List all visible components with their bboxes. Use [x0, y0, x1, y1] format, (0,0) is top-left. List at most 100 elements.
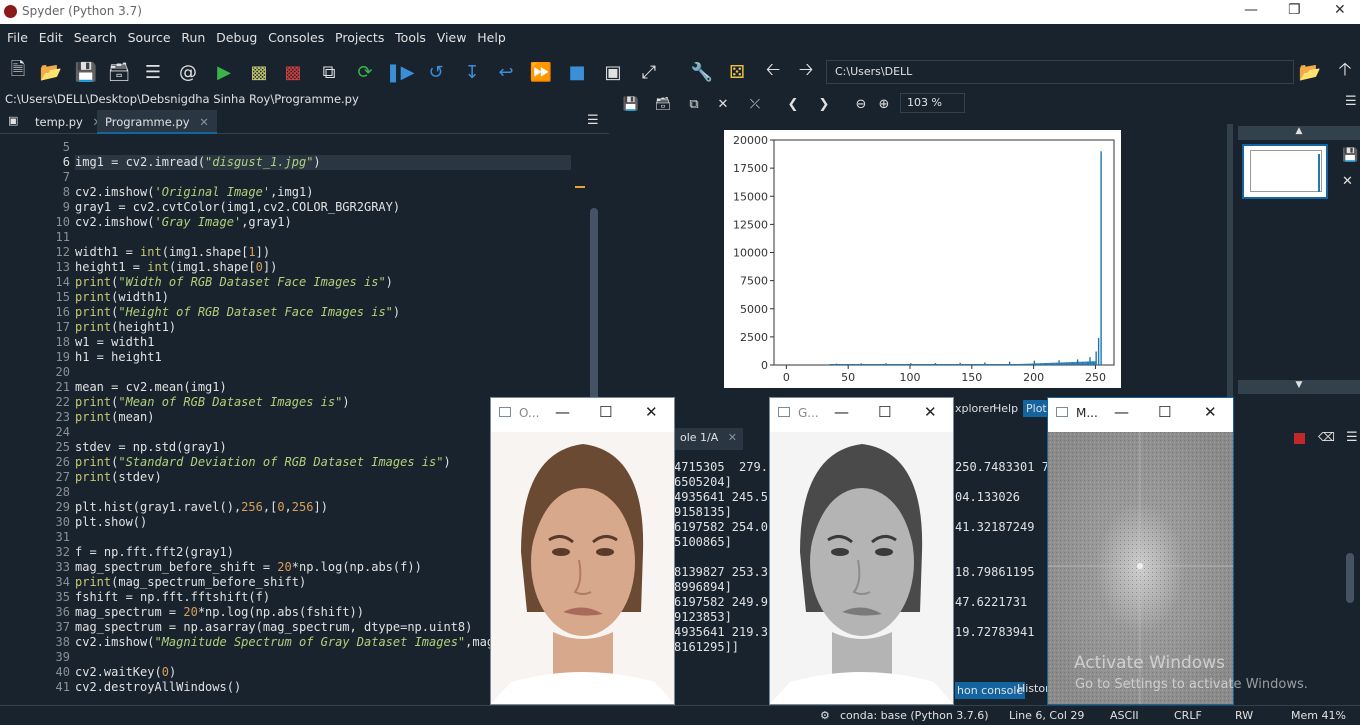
histogram-bar: [1081, 361, 1084, 365]
save-all-plots-icon[interactable]: 🗃: [651, 92, 675, 116]
save-icon[interactable]: 💾: [74, 60, 98, 84]
close-icon[interactable]: ✕: [1334, 2, 1346, 18]
menu-view[interactable]: View: [437, 27, 467, 49]
tab-variable-explorer[interactable]: xplorer: [955, 402, 994, 415]
histogram-bar: [986, 364, 988, 365]
tab-programme-py[interactable]: Programme.py ✕: [97, 110, 217, 134]
restore-icon[interactable]: ❐: [1288, 2, 1301, 18]
stop-debug-icon[interactable]: ■: [565, 60, 589, 84]
thumb-scroll-down-icon[interactable]: ▼: [1238, 380, 1360, 394]
histogram-bar: [926, 364, 928, 365]
histogram-bar: [885, 363, 887, 365]
back-icon[interactable]: 🡠: [761, 59, 785, 84]
maximize-icon[interactable]: ☐: [1158, 403, 1171, 421]
close-icon[interactable]: ✕: [645, 403, 658, 421]
console-tab[interactable]: ole 1/A ✕: [674, 428, 743, 450]
next-plot-icon[interactable]: ❯: [812, 92, 836, 116]
continue-icon[interactable]: ⏩: [529, 60, 553, 84]
zoom-in-icon[interactable]: ⊕: [872, 92, 896, 116]
list-icon[interactable]: ☰: [141, 60, 165, 84]
close-icon[interactable]: ✕: [1204, 403, 1217, 421]
step-return-icon[interactable]: ↩: [494, 60, 518, 84]
tab-history[interactable]: Histor: [1017, 682, 1050, 695]
menu-file[interactable]: File: [7, 27, 28, 49]
at-icon[interactable]: @: [176, 60, 200, 84]
window-header: O... — ☐ ✕: [491, 398, 674, 428]
rerun-icon[interactable]: ⟳: [353, 60, 377, 84]
maximize-pane-icon[interactable]: ▣: [601, 60, 625, 84]
y-tick-label: 0: [761, 359, 768, 372]
zoom-level-input[interactable]: 103 %: [900, 93, 965, 113]
x-tick-label: 0: [783, 371, 790, 384]
browse-folder-icon[interactable]: 📂: [1298, 60, 1322, 84]
minimize-icon[interactable]: —: [1114, 403, 1129, 421]
browse-tabs-icon[interactable]: ▣: [8, 114, 18, 127]
fullscreen-icon[interactable]: ⤢: [637, 60, 661, 84]
thumb-close-icon[interactable]: ✕: [1342, 174, 1353, 189]
close-console-icon[interactable]: ✕: [728, 431, 737, 444]
forward-icon[interactable]: 🡢: [794, 59, 818, 84]
minimize-icon[interactable]: —: [1244, 2, 1258, 18]
histogram-bar: [944, 364, 946, 365]
menu-source[interactable]: Source: [128, 27, 171, 49]
run-cell-icon[interactable]: ▩: [247, 60, 271, 84]
minimize-icon[interactable]: —: [555, 403, 570, 421]
console-line: 6197582 254.0: [674, 520, 768, 534]
menu-tools[interactable]: Tools: [395, 27, 426, 49]
close-icon[interactable]: ✕: [924, 403, 937, 421]
menu-run[interactable]: Run: [181, 27, 205, 49]
preferences-icon[interactable]: 🔧: [690, 60, 714, 84]
previous-plot-icon[interactable]: ❮: [781, 92, 805, 116]
zoom-out-icon[interactable]: ⊖: [849, 92, 873, 116]
new-file-icon[interactable]: 🗎: [6, 59, 30, 84]
working-directory-input[interactable]: C:\Users\DELL: [826, 60, 1294, 84]
code-line: height1 = int(img1.shape[0]): [75, 260, 278, 274]
interrupt-kernel-icon[interactable]: [1294, 433, 1305, 444]
parent-folder-icon[interactable]: 🡡: [1333, 59, 1357, 84]
thumb-save-icon[interactable]: 💾: [1342, 148, 1358, 163]
plot-thumbnail[interactable]: [1242, 144, 1328, 199]
run-selection-icon[interactable]: ⧉: [317, 60, 341, 84]
maximize-icon[interactable]: ☐: [599, 403, 612, 421]
clear-console-icon[interactable]: ⌫: [1318, 430, 1335, 444]
save-all-icon[interactable]: 🗃: [107, 60, 131, 84]
tab-help[interactable]: Help: [993, 402, 1018, 415]
menu-projects[interactable]: Projects: [335, 27, 384, 49]
save-plot-icon[interactable]: 💾: [619, 92, 643, 116]
remove-plot-icon[interactable]: ✕: [711, 92, 735, 116]
histogram-bar: [982, 364, 985, 365]
remove-all-plots-icon[interactable]: ⤫: [743, 92, 767, 116]
step-icon[interactable]: ↺: [424, 60, 448, 84]
open-file-icon[interactable]: 📂: [39, 60, 63, 84]
menu-edit[interactable]: Edit: [39, 27, 63, 49]
console-scrollbar[interactable]: [1346, 553, 1354, 603]
python-path-icon[interactable]: ⚄: [725, 60, 749, 84]
plots-scrollbar[interactable]: [1227, 124, 1233, 420]
debug-icon[interactable]: ❚▶: [386, 60, 415, 84]
maximize-icon[interactable]: ☐: [878, 403, 891, 421]
window-app-icon: [499, 407, 511, 417]
histogram-bar: [843, 364, 845, 365]
menu-help[interactable]: Help: [477, 27, 506, 49]
run-cell-advance-icon[interactable]: ▩: [281, 60, 305, 84]
tab-python-console[interactable]: hon console: [955, 682, 1026, 699]
console-options-icon[interactable]: ☰: [1346, 430, 1358, 445]
histogram-bar: [1039, 363, 1042, 365]
plots-options-icon[interactable]: ☰: [1345, 94, 1357, 109]
menu-debug[interactable]: Debug: [216, 27, 257, 49]
menu-search[interactable]: Search: [74, 27, 117, 49]
histogram-bar: [1005, 364, 1007, 365]
close-tab-icon[interactable]: ✕: [199, 115, 209, 129]
menu-consoles[interactable]: Consoles: [268, 27, 324, 49]
thumb-scroll-up-icon[interactable]: ▲: [1238, 126, 1360, 140]
run-icon[interactable]: ▶: [212, 60, 236, 84]
minimize-icon[interactable]: —: [834, 403, 849, 421]
histogram-bar: [938, 364, 940, 365]
window-title: G...: [798, 406, 819, 420]
histogram-bar: [849, 364, 851, 365]
step-into-icon[interactable]: ↧: [460, 60, 484, 84]
env-icon: ⚙: [820, 709, 830, 722]
line-number: 37: [55, 620, 70, 634]
copy-plot-icon[interactable]: ⧉: [682, 92, 706, 116]
editor-options-icon[interactable]: ☰: [587, 113, 599, 128]
